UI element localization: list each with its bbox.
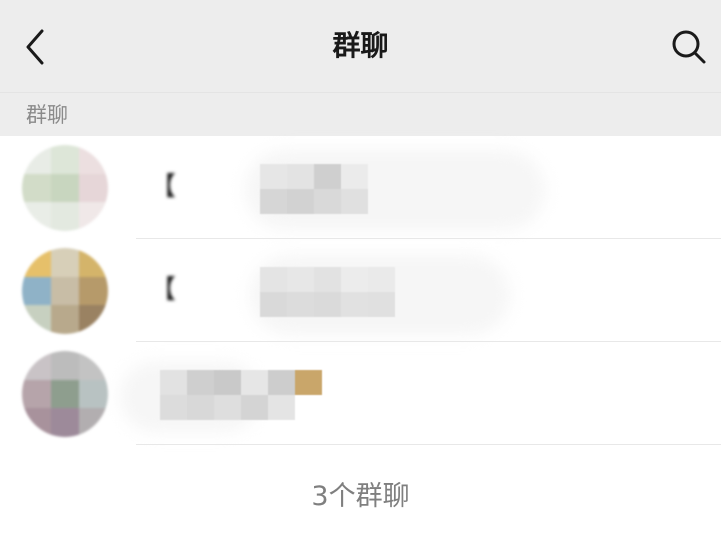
avatar-tile: [50, 379, 80, 409]
section-label: 群聊: [26, 103, 68, 127]
avatar-tile: [50, 305, 80, 334]
mosaic-tile: [314, 267, 341, 292]
avatar-tile: [22, 351, 51, 380]
avatar-tile: [50, 248, 80, 277]
mosaic-tile: [341, 267, 368, 292]
mosaic-tile: [260, 292, 287, 317]
group-name-redacted: 【: [150, 255, 530, 335]
mosaic-tile: [287, 292, 314, 317]
name-mosaic: [260, 267, 395, 317]
page-title: 群聊: [332, 29, 389, 62]
mosaic-tile: [187, 395, 214, 420]
mosaic-tile: [160, 370, 187, 395]
mosaic-tile: [260, 164, 287, 189]
avatar-tile: [79, 351, 108, 380]
avatar-tile: [22, 145, 51, 174]
avatar-tile: [79, 202, 108, 231]
divider: [136, 444, 721, 445]
avatar-tile: [79, 305, 108, 334]
mosaic-tile: [314, 164, 341, 189]
avatar-tile: [79, 408, 108, 437]
avatar-tile: [22, 305, 51, 334]
navigation-bar: 群聊: [0, 0, 721, 92]
avatar-tile: [50, 276, 80, 306]
group-name-prefix: 【: [150, 275, 177, 305]
avatar-tile: [50, 351, 80, 380]
mosaic-tile: [241, 395, 268, 420]
group-list-item[interactable]: 【: [0, 136, 721, 239]
name-mosaic: [160, 370, 322, 420]
mosaic-tile: [287, 189, 314, 214]
avatar-tile: [50, 202, 80, 231]
mosaic-tile: [295, 370, 322, 395]
group-list: 【 【: [0, 136, 721, 445]
mosaic-tile: [287, 267, 314, 292]
section-header: 群聊: [0, 92, 721, 136]
mosaic-tile: [314, 189, 341, 214]
group-count-label: 3个群聊: [311, 481, 410, 512]
group-avatar: [22, 351, 108, 437]
group-avatar: [22, 248, 108, 334]
avatar-tile: [50, 173, 80, 203]
group-list-item[interactable]: 【: [0, 239, 721, 342]
group-name-redacted: [120, 362, 530, 432]
mosaic-tile: [214, 370, 241, 395]
avatar-tile: [79, 379, 108, 409]
avatar-tile: [50, 145, 80, 174]
avatar-tile: [22, 173, 51, 203]
group-chats-screen: 群聊 群聊 【 【 3个群聊: [0, 0, 721, 534]
mosaic-tile: [268, 395, 295, 420]
avatar-tile: [22, 202, 51, 231]
avatar-tile: [79, 173, 108, 203]
group-name-prefix: 【: [150, 172, 177, 202]
mosaic-tile: [341, 164, 368, 189]
avatar-tile: [22, 379, 51, 409]
mosaic-tile: [314, 292, 341, 317]
mosaic-tile: [368, 292, 395, 317]
mosaic-tile: [241, 370, 268, 395]
search-button[interactable]: [667, 24, 711, 70]
group-list-item[interactable]: [0, 342, 721, 445]
avatar-tile: [22, 276, 51, 306]
mosaic-tile: [187, 370, 214, 395]
mosaic-tile: [341, 292, 368, 317]
avatar-tile: [50, 408, 80, 437]
avatar-tile: [22, 408, 51, 437]
search-icon: [672, 30, 706, 64]
avatar-tile: [79, 248, 108, 277]
mosaic-tile: [341, 189, 368, 214]
name-mosaic: [260, 164, 368, 214]
mosaic-tile: [260, 267, 287, 292]
group-name-redacted: 【: [150, 150, 545, 230]
avatar-tile: [79, 145, 108, 174]
mosaic-tile: [368, 267, 395, 292]
group-avatar: [22, 145, 108, 231]
mosaic-tile: [214, 395, 241, 420]
mosaic-tile: [160, 395, 187, 420]
avatar-tile: [79, 276, 108, 306]
mosaic-tile: [260, 189, 287, 214]
avatar-tile: [22, 248, 51, 277]
mosaic-tile: [268, 370, 295, 395]
mosaic-tile: [287, 164, 314, 189]
